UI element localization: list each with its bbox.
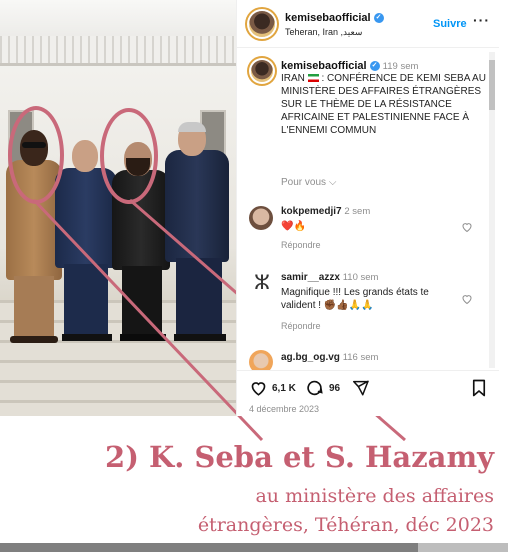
caption-avatar[interactable] <box>251 60 273 82</box>
comment-age: 2 sem <box>344 206 371 217</box>
reply-button[interactable]: Répondre <box>281 321 321 331</box>
comment-author[interactable]: samir__azzx 110 sem <box>281 272 378 283</box>
username-text[interactable]: kemisebaofficial <box>285 12 371 24</box>
post-actions: 6,1 K 96 4 décembre 2023 <box>237 370 499 416</box>
see-translation-label[interactable]: Pour vous <box>281 177 326 188</box>
post-header: kemisebaofficial ✓ Teheran, Iran ,سعيد Su… <box>237 0 499 48</box>
comment-author[interactable]: ag.bg_og.vg 116 sem <box>281 352 378 363</box>
verified-icon: ✓ <box>373 13 384 24</box>
bottom-bar <box>0 543 508 552</box>
like-comment-heart-icon[interactable] <box>461 221 473 233</box>
post-location[interactable]: Teheran, Iran ,سعيد <box>285 27 362 38</box>
post-date[interactable]: 4 décembre 2023 <box>249 404 319 414</box>
caption-prefix: IRAN <box>281 73 305 84</box>
instagram-post-panel: kemisebaofficial ✓ Teheran, Iran ,سعيد Su… <box>236 0 499 416</box>
caption-line-2: étrangères, Téhéran, déc 2023 <box>197 514 494 536</box>
comment-username[interactable]: ag.bg_og.vg <box>281 352 340 363</box>
pointer-line <box>32 198 264 442</box>
post-username[interactable]: kemisebaofficial ✓ <box>285 12 384 24</box>
comment-text: ❤️🔥 <box>281 221 306 232</box>
comment-username[interactable]: samir__azzx <box>281 272 340 283</box>
scrollbar-thumb[interactable] <box>489 60 495 110</box>
chevron-down-icon: ⌵ <box>328 177 337 188</box>
bottom-bar-segment <box>418 543 508 552</box>
caption-author[interactable]: kemisebaofficial ✓ 119 sem <box>281 60 418 72</box>
bookmark-icon[interactable] <box>471 379 487 397</box>
verified-icon: ✓ <box>369 61 380 72</box>
post-comments-area: kemisebaofficial ✓ 119 sem IRAN : CONFÉRE… <box>237 50 499 370</box>
comment-avatar[interactable] <box>249 350 273 370</box>
caption-body: : CONFÉRENCE DE KEMI SEBA AU MINISTÈRE D… <box>281 73 486 136</box>
caption-line-1: au ministère des affaires <box>255 485 494 507</box>
comments-count[interactable]: 96 <box>329 383 340 394</box>
caption-username[interactable]: kemisebaofficial <box>281 60 367 72</box>
share-send-icon[interactable] <box>351 379 370 397</box>
iran-flag-icon <box>307 74 319 83</box>
caption-text: IRAN : CONFÉRENCE DE KEMI SEBA AU MINIST… <box>281 72 489 137</box>
likes-count[interactable]: 6,1 K <box>272 383 296 394</box>
reply-button[interactable]: Répondre <box>281 240 321 250</box>
follow-button[interactable]: Suivre <box>433 18 467 30</box>
comments-scrollbar[interactable] <box>489 52 495 368</box>
like-heart-icon[interactable] <box>249 379 268 397</box>
comment-avatar[interactable] <box>249 206 273 230</box>
comment-username[interactable]: kokpemedji7 <box>281 206 342 217</box>
avatar[interactable] <box>249 11 275 37</box>
comment-age: 116 sem <box>342 352 379 363</box>
comment-author[interactable]: kokpemedji7 2 sem <box>281 206 370 217</box>
comment-bubble-icon[interactable] <box>305 379 324 397</box>
comment-text: Magnifique !!! Les grands états te valid… <box>281 287 429 311</box>
more-dots-icon[interactable]: ··· <box>473 12 490 28</box>
caption-age: 119 sem <box>382 61 419 72</box>
caption-title: 2) K. Seba et S. Hazamy <box>105 440 494 474</box>
like-comment-heart-icon[interactable] <box>461 293 473 305</box>
see-translation-link[interactable]: Pour vous ⌵ <box>281 177 336 188</box>
comment-age: 110 sem <box>342 272 379 283</box>
amazigh-symbol-avatar[interactable]: ⵣ <box>251 272 273 294</box>
